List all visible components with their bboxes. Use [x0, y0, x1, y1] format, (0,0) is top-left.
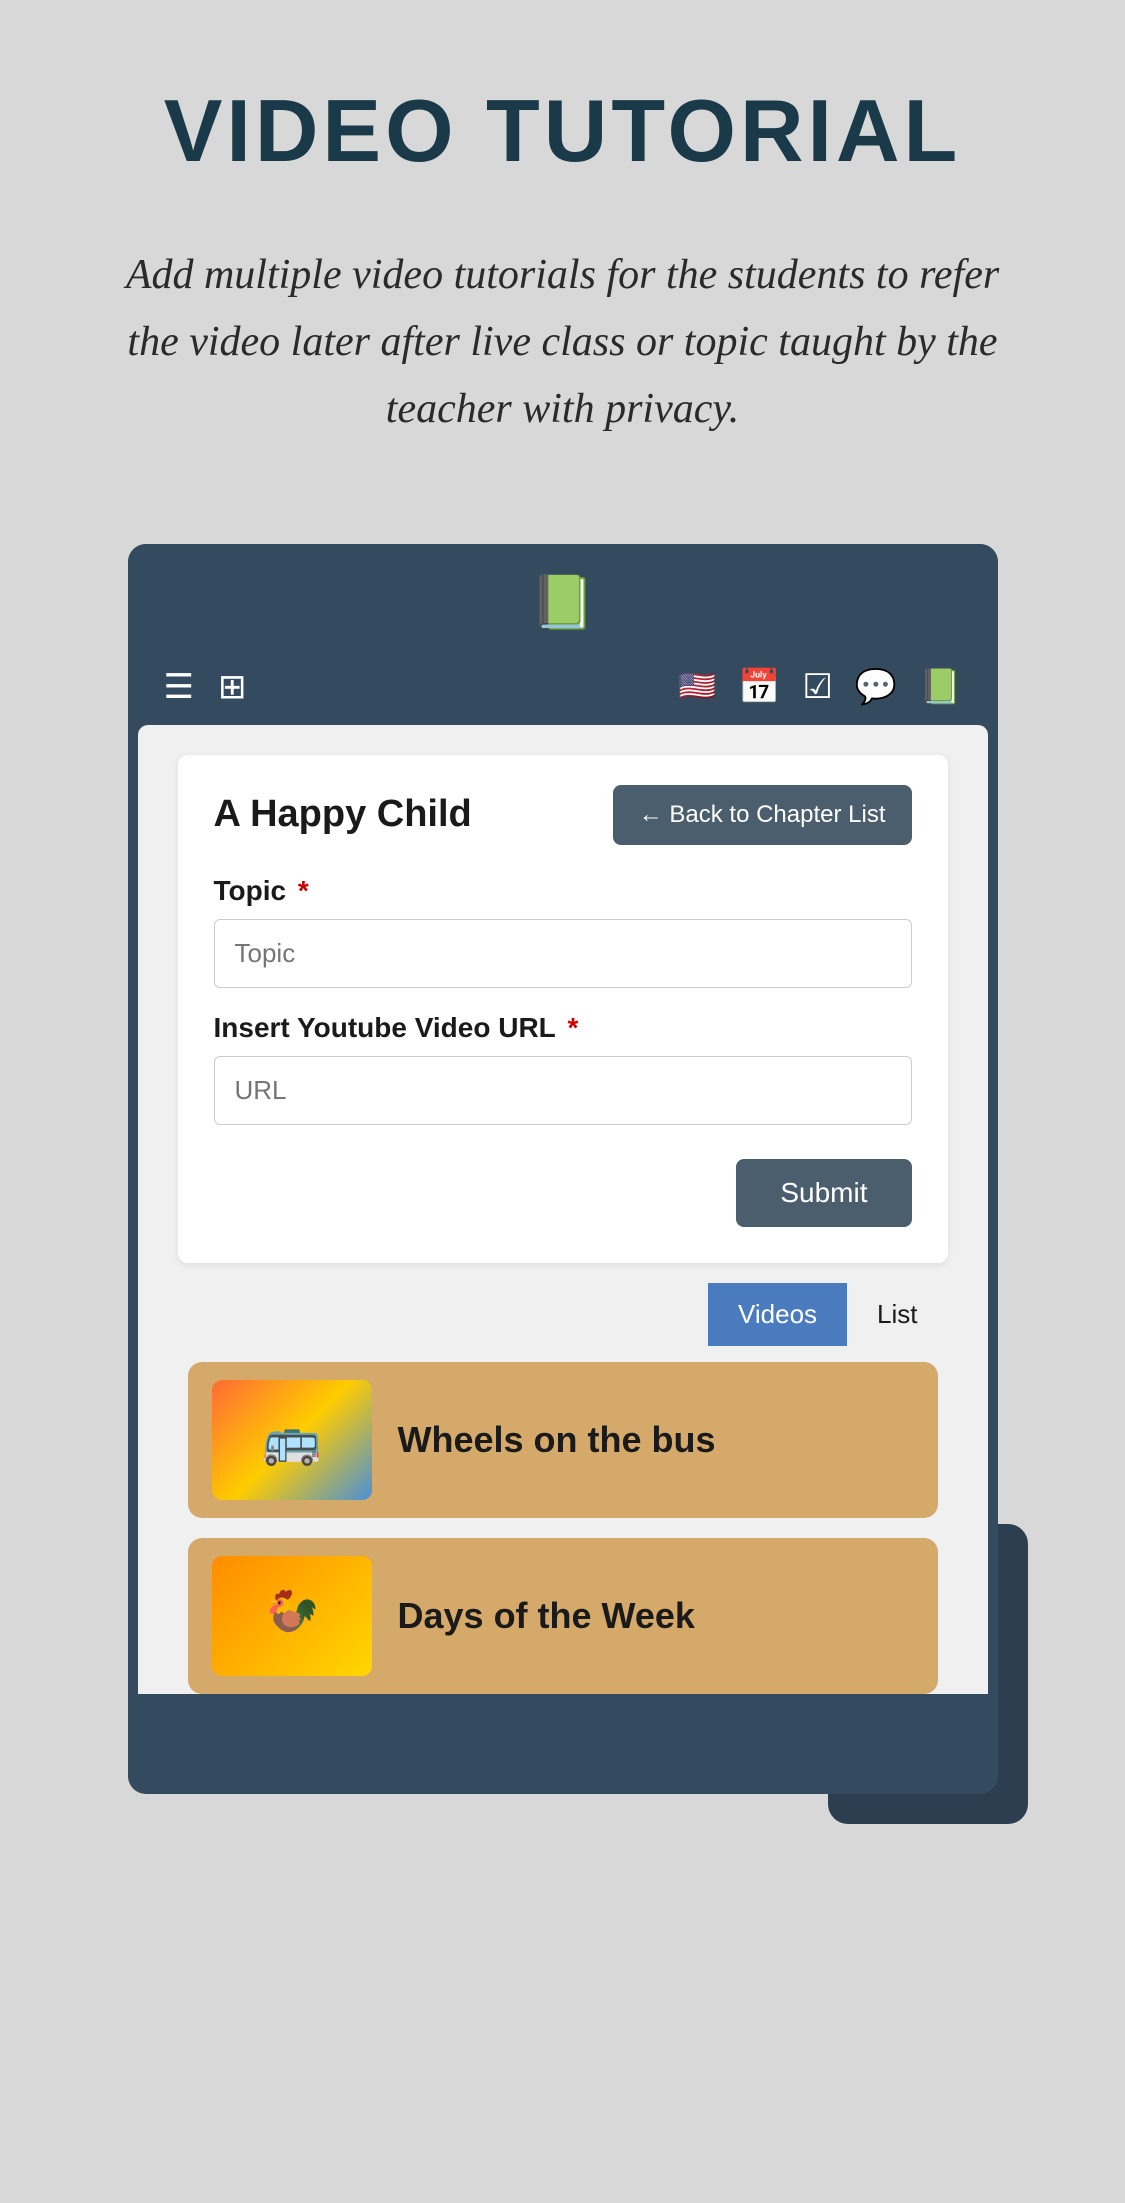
list-item[interactable]: 🐓 Days of the Week	[188, 1538, 938, 1694]
video-title-1: Wheels on the bus	[398, 1419, 716, 1461]
toolbar-left: ☰ ⊞	[164, 667, 247, 707]
url-required-marker: *	[560, 1012, 579, 1043]
submit-button[interactable]: Submit	[736, 1159, 911, 1227]
page-title: VIDEO TUTORIAL	[60, 80, 1065, 182]
book-nav-icon[interactable]: 📗	[919, 667, 961, 707]
hamburger-icon[interactable]: ☰	[164, 667, 194, 707]
app-mockup: 📗 ☰ ⊞ 🇺🇸 📅 ☑ 💬 📗 A Happy Child ← B	[128, 544, 998, 1794]
nav-bar: 📗	[128, 544, 998, 653]
topic-field: Topic *	[214, 875, 912, 1012]
hero-section: VIDEO TUTORIAL Add multiple video tutori…	[0, 0, 1125, 544]
topic-required-marker: *	[290, 875, 309, 906]
video-thumbnail-1: 🚌	[212, 1380, 372, 1500]
form-card: A Happy Child ← Back to Chapter List Top…	[178, 755, 948, 1263]
back-to-chapter-button[interactable]: ← Back to Chapter List	[613, 785, 912, 845]
topic-input[interactable]	[214, 919, 912, 988]
whatsapp-icon[interactable]: 💬	[855, 667, 897, 707]
hero-description: Add multiple video tutorials for the stu…	[113, 242, 1013, 444]
grid-icon[interactable]: ⊞	[218, 667, 247, 707]
url-input[interactable]	[214, 1056, 912, 1125]
video-list: 🚌 Wheels on the bus 🐓 Days of the Week	[178, 1346, 948, 1694]
form-header: A Happy Child ← Back to Chapter List	[214, 785, 912, 845]
tab-row: Videos List	[178, 1283, 948, 1346]
mockup-bottom	[138, 1714, 988, 1794]
tab-videos[interactable]: Videos	[708, 1283, 847, 1346]
toolbar-right: 🇺🇸 📅 ☑ 💬 📗	[679, 667, 962, 707]
app-logo-icon: 📗	[530, 572, 595, 633]
flag-icon[interactable]: 🇺🇸	[679, 669, 716, 704]
topic-label: Topic *	[214, 875, 912, 907]
tab-list[interactable]: List	[847, 1283, 947, 1346]
url-label: Insert Youtube Video URL *	[214, 1012, 912, 1044]
toolbar: ☰ ⊞ 🇺🇸 📅 ☑ 💬 📗	[128, 653, 998, 725]
video-title-2: Days of the Week	[398, 1595, 695, 1637]
video-thumbnail-2: 🐓	[212, 1556, 372, 1676]
list-item[interactable]: 🚌 Wheels on the bus	[188, 1362, 938, 1518]
content-area: A Happy Child ← Back to Chapter List Top…	[138, 725, 988, 1694]
url-field: Insert Youtube Video URL *	[214, 1012, 912, 1149]
chapter-title: A Happy Child	[214, 793, 472, 836]
calendar-icon[interactable]: 📅	[738, 667, 780, 707]
check-icon[interactable]: ☑	[802, 667, 832, 707]
mockup-wrapper: 📗 ☰ ⊞ 🇺🇸 📅 ☑ 💬 📗 A Happy Child ← B	[0, 544, 1125, 1854]
submit-row: Submit	[214, 1159, 912, 1227]
